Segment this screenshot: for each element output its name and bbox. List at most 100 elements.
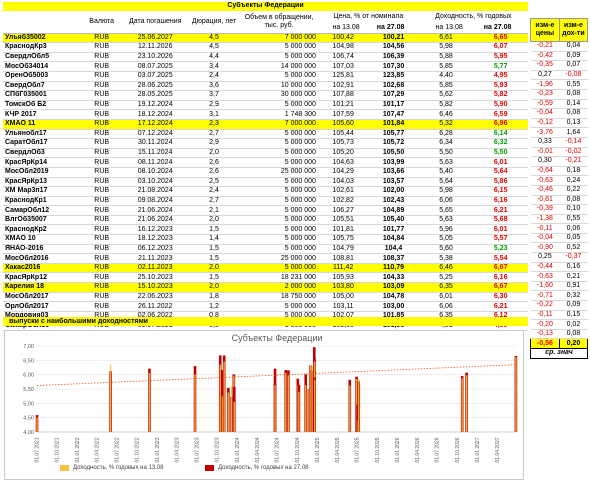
- x-tick-label: 01.10.2021: [55, 437, 61, 462]
- cell-maturity: 21.06.2024: [122, 205, 188, 216]
- table-title: Субъекты Федерации: [3, 2, 528, 11]
- cell-duration: 1,5: [187, 272, 241, 284]
- cell-maturity: 07.12.2024: [122, 129, 188, 140]
- cell-yield-27-08: 5,64: [473, 167, 528, 178]
- y-tick-label: 4,00: [23, 430, 34, 436]
- cell-volume: 30 000 000: [240, 90, 318, 101]
- cell-price-change: -0,63: [530, 271, 560, 282]
- averages-row: -0,56 0,20: [530, 338, 589, 349]
- averages-label: ср. знач: [530, 348, 588, 359]
- cell-price-change: -0,21: [530, 41, 560, 52]
- change-row: -0,04 0,05: [530, 233, 588, 244]
- cell-price-change: -1,38: [530, 214, 560, 225]
- x-tick-label: 01.04.2025: [335, 437, 341, 462]
- cell-price-13-08: 104,98: [317, 42, 369, 53]
- cell-duration: 1,5: [187, 253, 241, 264]
- change-row: -0,63 0,21: [530, 271, 588, 282]
- cell-yield-27-08: 6,07: [473, 42, 528, 53]
- table-row: ХМАО 10 RUB 18.12.2023 1,4 5 000 000 105,75 10…: [3, 234, 528, 245]
- cell-price-13-08: 105,75: [317, 234, 369, 245]
- change-row: -0,44 0,16: [530, 262, 588, 273]
- cell-yield-13-08: 5,38: [418, 253, 474, 264]
- cell-yield-13-08: 5,98: [418, 186, 474, 197]
- cell-duration: 2,0: [187, 148, 241, 159]
- cell-price-27-08: 110,79: [368, 263, 419, 274]
- table-row: ХМ Мар3п17 RUB 21.08.2024 2,4 5 000 000 102,6…: [3, 186, 528, 197]
- cell-currency: RUB: [80, 52, 123, 63]
- changes-table: изм-е цены изм-е дох-ти -0,21 0,04 -0,42 0,…: [530, 18, 589, 359]
- cell-currency: RUB: [80, 138, 123, 149]
- cell-price-13-08: 108,81: [317, 253, 369, 264]
- cell-duration: 3,1: [187, 109, 241, 120]
- cell-yield-13-08: 5,25: [418, 272, 474, 284]
- change-row: -0,64 0,18: [530, 166, 588, 177]
- cell-currency: RUB: [80, 263, 123, 274]
- cell-yield-change: 0,32: [559, 290, 588, 302]
- change-row: -0,20 0,02: [530, 319, 588, 330]
- cell-price-change: 0,25: [530, 252, 560, 263]
- cell-name: ОренОб5003: [3, 71, 81, 82]
- cell-yield-27-08: 6,01: [473, 224, 528, 236]
- cell-price-13-08: 102,82: [317, 196, 369, 207]
- cell-yield-27-08: 6,15: [473, 186, 528, 197]
- cell-currency: RUB: [80, 196, 123, 207]
- cell-duration: 1,5: [187, 224, 241, 236]
- cell-yield-change: 0,22: [559, 185, 588, 196]
- cell-duration: 4,5: [187, 33, 241, 44]
- bar-13-08: [223, 361, 225, 432]
- cell-name: Ульяб35002: [3, 33, 81, 44]
- cell-maturity: 08.11.2024: [122, 157, 188, 168]
- cell-volume: 5 000 000: [240, 186, 318, 197]
- bar-13-08: [285, 372, 287, 432]
- cell-price-change: -0,23: [530, 89, 560, 100]
- cell-currency: RUB: [80, 33, 123, 44]
- table-row: СвердлОб3 RUB 15.11.2024 2,0 5 000 000 105,20…: [3, 148, 528, 159]
- cell-price-13-08: 105,44: [317, 129, 369, 140]
- cell-volume: 5 000 000: [240, 263, 318, 274]
- cell-name: КЧР 2017: [3, 109, 81, 120]
- cell-price-13-08: 101,21: [317, 100, 369, 111]
- cell-price-27-08: 101,84: [368, 119, 419, 130]
- cell-price-27-08: 105,72: [368, 138, 419, 149]
- cell-duration: 1,4: [187, 234, 241, 245]
- cell-price-13-08: 105,51: [317, 215, 369, 226]
- cell-price-27-08: 104,89: [368, 205, 419, 216]
- bar-13-08: [227, 392, 230, 432]
- table-row: ТомскОб Б2 RUB 19.12.2024 2,9 5 000 000 101,2…: [3, 100, 528, 111]
- cell-yield-change: 0,02: [559, 319, 588, 330]
- cell-name: ОрлОбл2017: [3, 301, 81, 312]
- cell-yield-13-08: 6,01: [418, 292, 474, 303]
- cell-price-13-08: 104,03: [317, 177, 369, 188]
- cell-volume: 1 748 300: [240, 109, 318, 120]
- cell-duration: 2,7: [187, 196, 241, 207]
- cell-yield-13-08: 5,65: [418, 205, 474, 216]
- cell-name: ТомскОб Б2: [3, 100, 81, 111]
- cell-price-13-08: 106,74: [317, 52, 369, 63]
- cell-duration: 2,0: [187, 282, 241, 293]
- cell-volume: 5 000 000: [240, 157, 318, 168]
- cell-name: Ульянобл17: [3, 129, 81, 140]
- cell-currency: RUB: [80, 205, 123, 216]
- cell-yield-change: 0,10: [559, 204, 588, 215]
- cell-yield-change: -0,21: [559, 156, 588, 167]
- cell-yield-change: 0,08: [559, 89, 588, 100]
- cell-maturity: 03.07.2025: [122, 71, 188, 82]
- cell-currency: RUB: [80, 253, 123, 264]
- table-row: СаратОбл17 RUB 30.11.2024 2,9 5 000 000 105,7…: [3, 138, 528, 149]
- cell-duration: 2,6: [187, 157, 241, 168]
- cell-maturity: 18.12.2023: [122, 234, 188, 245]
- yield-group-label: Доходность, % годовых: [435, 12, 512, 20]
- cell-yield-13-08: 6,46: [418, 263, 474, 274]
- legend-label-27-08: Доходность, % годовых на 27.08: [218, 465, 309, 471]
- cell-currency: RUB: [80, 61, 123, 72]
- cell-yield-13-08: 6,61: [418, 33, 474, 44]
- cell-currency: RUB: [80, 129, 123, 140]
- cell-price-27-08: 104,78: [368, 292, 419, 303]
- cell-price-27-08: 123,85: [368, 71, 419, 82]
- cell-price-13-08: 105,20: [317, 148, 369, 159]
- cell-yield-change: 0,14: [559, 99, 588, 110]
- cell-price-change: -0,71: [530, 290, 560, 302]
- cell-currency: RUB: [80, 157, 123, 168]
- cell-price-change: -0,11: [530, 310, 560, 321]
- bar-13-08: [36, 417, 38, 432]
